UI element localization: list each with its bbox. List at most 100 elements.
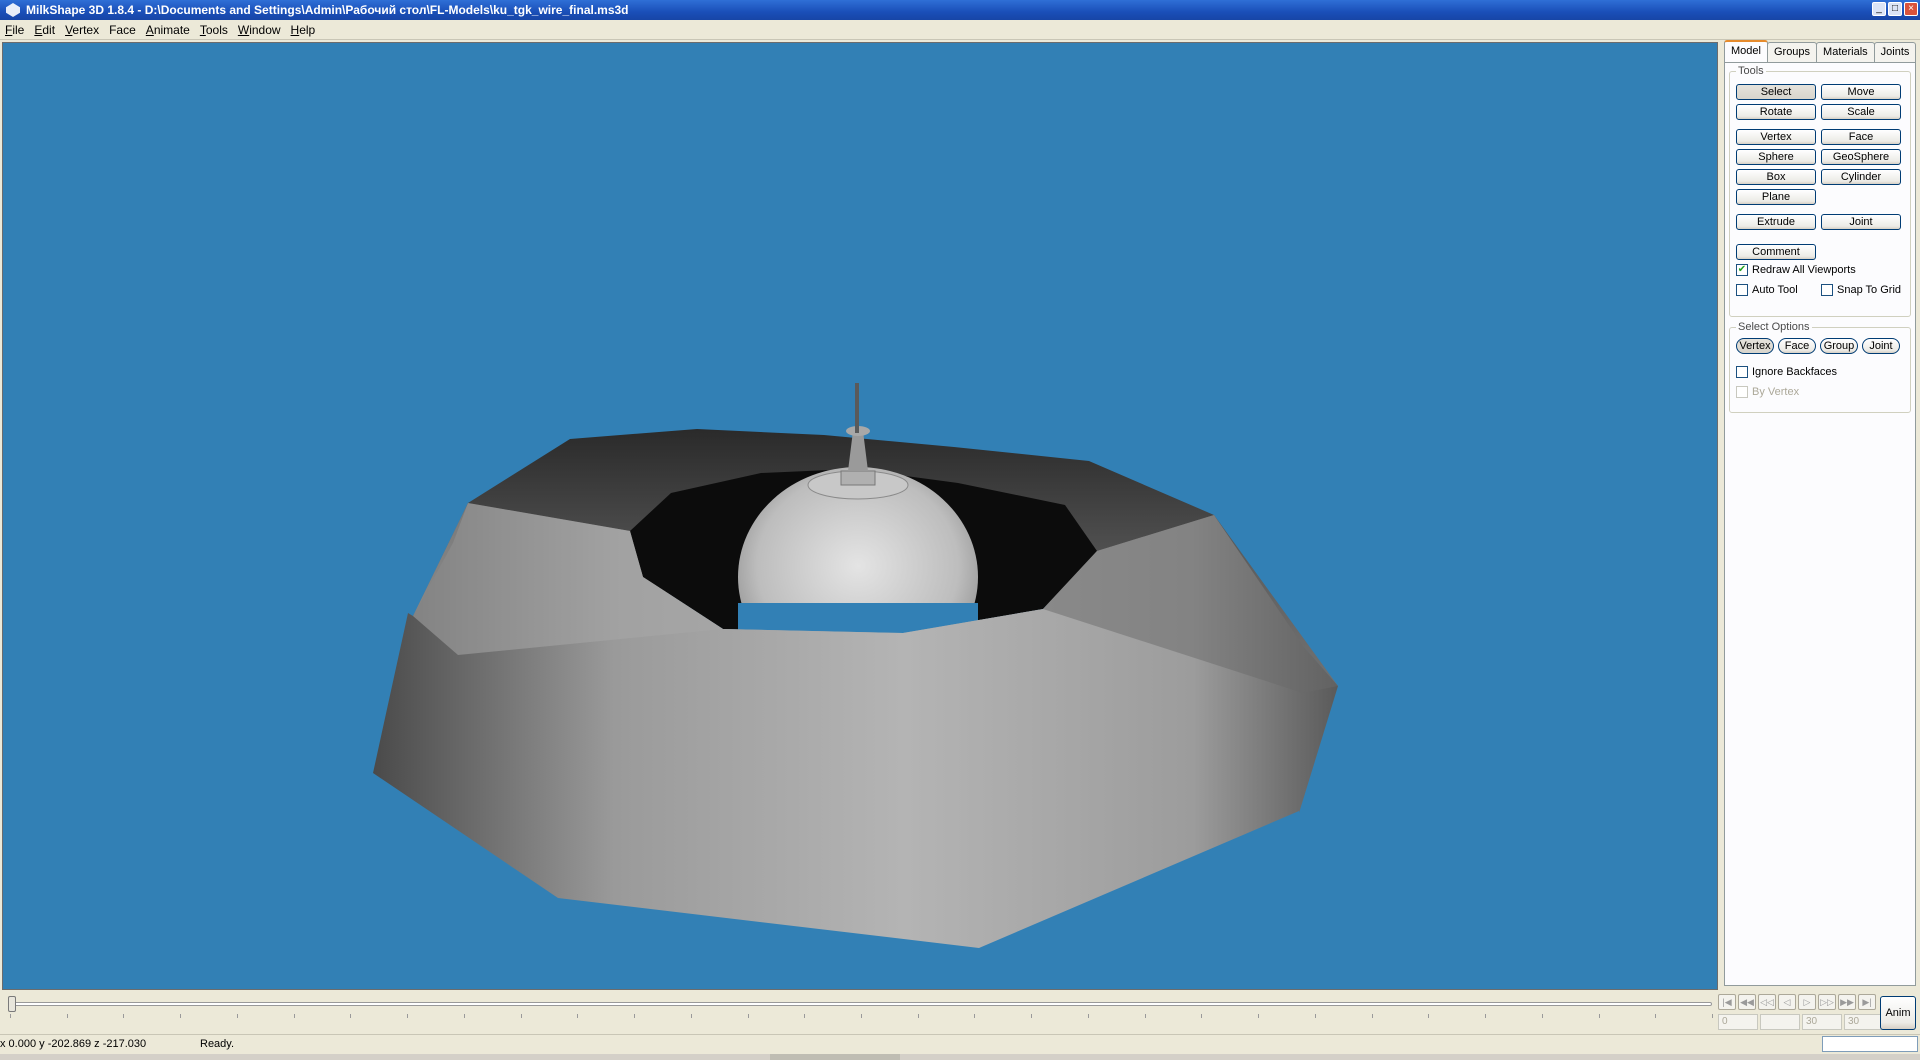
- timeline-tick: [1258, 1014, 1260, 1018]
- snap-to-grid-checkbox[interactable]: Snap To Grid: [1821, 284, 1901, 296]
- last-frame-icon[interactable]: ▶|: [1858, 994, 1876, 1010]
- timeline-tick: [180, 1014, 182, 1018]
- timeline-tick: [1314, 1014, 1316, 1018]
- menu-face[interactable]: Face: [104, 20, 141, 40]
- check-icon: ✔: [1736, 264, 1748, 276]
- prev-key-icon[interactable]: ◀◀: [1738, 994, 1756, 1010]
- scale-button[interactable]: Scale: [1821, 104, 1901, 120]
- anim-button[interactable]: Anim: [1880, 996, 1916, 1030]
- move-button[interactable]: Move: [1821, 84, 1901, 100]
- timeline-tick: [1144, 1014, 1146, 1018]
- timeline-tick: [463, 1014, 465, 1018]
- timeline-tick: [974, 1014, 976, 1018]
- extrude-button[interactable]: Extrude: [1736, 214, 1816, 230]
- timeline-tick: [1428, 1014, 1430, 1018]
- menu-animate[interactable]: Animate: [141, 20, 195, 40]
- timeline-tick: [1087, 1014, 1089, 1018]
- maximize-button[interactable]: □: [1888, 2, 1902, 16]
- menu-vertex[interactable]: Vertex: [60, 20, 104, 40]
- auto-tool-checkbox[interactable]: Auto Tool: [1736, 284, 1798, 296]
- timeline-tick: [1201, 1014, 1203, 1018]
- play-icon[interactable]: ▷: [1798, 994, 1816, 1010]
- ignore-backfaces-checkbox[interactable]: Ignore Backfaces: [1736, 366, 1837, 378]
- frame-empty-field[interactable]: [1760, 1014, 1800, 1030]
- frame-start-field[interactable]: 0: [1718, 1014, 1758, 1030]
- select-group-button[interactable]: Group: [1820, 338, 1858, 354]
- timeline-tick: [1712, 1014, 1713, 1018]
- menu-help[interactable]: Help: [286, 20, 321, 40]
- menu-bar: File Edit Vertex Face Animate Tools Wind…: [0, 20, 1920, 40]
- next-frame-icon[interactable]: ▷▷: [1818, 994, 1836, 1010]
- timeline-tick: [123, 1014, 125, 1018]
- timeline-tick: [1371, 1014, 1373, 1018]
- frame-current-field[interactable]: 30: [1802, 1014, 1842, 1030]
- menu-tools[interactable]: Tools: [195, 20, 233, 40]
- select-joint-button[interactable]: Joint: [1862, 338, 1900, 354]
- timeline: |◀ ◀◀ ◁◁ ◁ ▷ ▷▷ ▶▶ ▶| 0 30 30 Anim: [0, 992, 1920, 1034]
- tab-groups[interactable]: Groups: [1766, 42, 1818, 62]
- window-controls: _ □ ×: [1872, 2, 1918, 16]
- next-key-icon[interactable]: ▶▶: [1838, 994, 1856, 1010]
- timeline-tick: [690, 1014, 692, 1018]
- coordinates-readout: x 0.000 y -202.869 z -217.030: [0, 1038, 147, 1050]
- timeline-ticks: [10, 1014, 1713, 1020]
- timeline-tick: [1598, 1014, 1600, 1018]
- plane-button[interactable]: Plane: [1736, 189, 1816, 205]
- box-button[interactable]: Box: [1736, 169, 1816, 185]
- minimize-button[interactable]: _: [1872, 2, 1886, 16]
- menu-window[interactable]: Window: [233, 20, 286, 40]
- select-button[interactable]: Select: [1736, 84, 1816, 100]
- joint-button[interactable]: Joint: [1821, 214, 1901, 230]
- timeline-slider-handle[interactable]: [8, 996, 16, 1012]
- tab-joints[interactable]: Joints: [1873, 42, 1917, 62]
- timeline-tick: [1031, 1014, 1033, 1018]
- rotate-button[interactable]: Rotate: [1736, 104, 1816, 120]
- timeline-tick: [1485, 1014, 1487, 1018]
- select-options-group: Select Options Vertex Face Group Joint I…: [1729, 321, 1911, 413]
- face-button[interactable]: Face: [1821, 129, 1901, 145]
- tools-group: Tools Select Move Rotate Scale Vertex Fa…: [1729, 65, 1911, 317]
- select-vertex-button[interactable]: Vertex: [1736, 338, 1774, 354]
- close-button[interactable]: ×: [1904, 2, 1918, 16]
- model-render: [373, 383, 1338, 948]
- comment-button[interactable]: Comment: [1736, 244, 1816, 260]
- by-vertex-label: By Vertex: [1752, 386, 1800, 398]
- tab-model[interactable]: Model: [1724, 40, 1768, 62]
- frame-end-field[interactable]: 30: [1844, 1014, 1884, 1030]
- timeline-tick: [293, 1014, 295, 1018]
- playback-controls: |◀ ◀◀ ◁◁ ◁ ▷ ▷▷ ▶▶ ▶|: [1718, 994, 1876, 1010]
- select-face-button[interactable]: Face: [1778, 338, 1816, 354]
- status-input[interactable]: [1822, 1036, 1918, 1052]
- snap-to-grid-label: Snap To Grid: [1837, 284, 1902, 296]
- redraw-all-viewports-checkbox[interactable]: ✔ Redraw All Viewports: [1736, 264, 1856, 276]
- geosphere-button[interactable]: GeoSphere: [1821, 149, 1901, 165]
- prev-frame-icon[interactable]: ◁: [1778, 994, 1796, 1010]
- by-vertex-checkbox[interactable]: By Vertex: [1736, 386, 1799, 398]
- ignore-backfaces-label: Ignore Backfaces: [1752, 366, 1837, 378]
- timeline-tick: [917, 1014, 919, 1018]
- cylinder-button[interactable]: Cylinder: [1821, 169, 1901, 185]
- first-frame-icon[interactable]: |◀: [1718, 994, 1736, 1010]
- auto-tool-label: Auto Tool: [1752, 284, 1798, 296]
- step-back-icon[interactable]: ◁◁: [1758, 994, 1776, 1010]
- taskbar-strip: [0, 1054, 1920, 1060]
- timeline-track[interactable]: [10, 1002, 1712, 1006]
- vertex-button[interactable]: Vertex: [1736, 129, 1816, 145]
- status-message: Ready.: [200, 1038, 235, 1050]
- timeline-tick: [747, 1014, 749, 1018]
- tab-materials[interactable]: Materials: [1816, 42, 1875, 62]
- frame-fields: 0 30 30: [1718, 1014, 1884, 1030]
- timeline-tick: [634, 1014, 636, 1018]
- timeline-tick: [861, 1014, 862, 1018]
- sphere-button[interactable]: Sphere: [1736, 149, 1816, 165]
- tool-panel: Model Groups Materials Joints Tools Sele…: [1720, 40, 1920, 990]
- timeline-tick: [236, 1014, 238, 1018]
- select-options-legend: Select Options: [1736, 321, 1812, 333]
- menu-edit[interactable]: Edit: [29, 20, 60, 40]
- timeline-tick: [66, 1014, 68, 1018]
- timeline-tick: [577, 1014, 579, 1018]
- antenna: [855, 383, 859, 433]
- 3d-viewport[interactable]: [2, 42, 1718, 990]
- menu-file[interactable]: File: [0, 20, 29, 40]
- timeline-tick: [10, 1014, 11, 1018]
